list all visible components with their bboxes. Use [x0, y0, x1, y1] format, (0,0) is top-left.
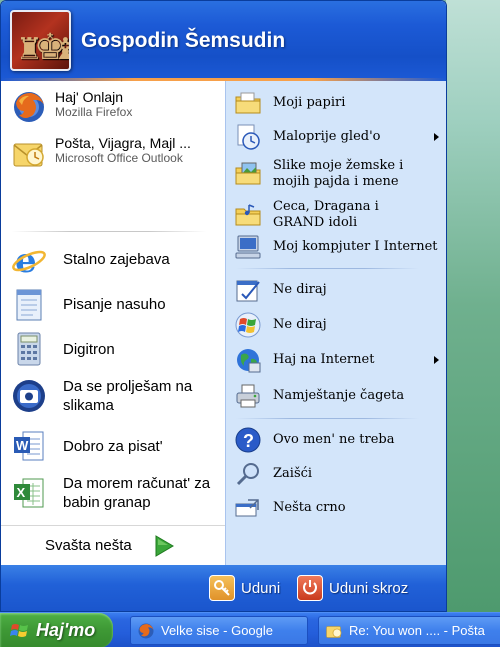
- place-item-search[interactable]: Zaišći: [226, 459, 446, 489]
- logoff-button[interactable]: Uduni: [209, 575, 280, 601]
- printer-icon: [234, 382, 262, 410]
- outlook-icon: [325, 622, 343, 640]
- program-label: Da se prolješam na slikama: [63, 378, 193, 414]
- taskbar-button-label: Velke sise - Google: [161, 623, 274, 638]
- pinned-title: Haj' Onlajn: [55, 89, 124, 105]
- notepad-icon: [13, 286, 45, 322]
- program-label: Pisanje nasuho: [63, 296, 166, 313]
- place-item-pictures[interactable]: Slike moje žemske i mojih pajda i mene: [226, 156, 446, 192]
- svg-text:?: ?: [243, 431, 254, 451]
- program-item-notepad[interactable]: Pisanje nasuho: [1, 284, 225, 324]
- place-item-my-computer[interactable]: Moj kompjuter I Internet: [226, 233, 446, 261]
- place-item-my-documents[interactable]: Moji papiri: [226, 89, 446, 117]
- place-label: Nešta crno: [273, 500, 346, 515]
- word-icon: W: [11, 428, 47, 464]
- pictures-folder-icon: [234, 160, 262, 188]
- place-label: Ovo men' ne treba: [273, 432, 395, 447]
- separator: [236, 268, 419, 269]
- computer-icon: [234, 233, 262, 261]
- program-item-word[interactable]: W Dobro za pisat': [1, 426, 225, 466]
- pinned-subtitle: Mozilla Firefox: [55, 105, 133, 119]
- program-item-picture-viewer[interactable]: Da se prolješam na slikama: [1, 375, 225, 419]
- place-label: Zaišći: [273, 466, 313, 481]
- program-item-ie[interactable]: e Stalno zajebava: [1, 239, 225, 279]
- taskbar-button-label: Re: You won .... - Pošta: [349, 623, 485, 638]
- all-programs-button[interactable]: Svašta nešta: [1, 525, 225, 565]
- place-label: Ne diraj: [273, 317, 327, 332]
- music-folder-icon: [234, 201, 262, 229]
- start-button[interactable]: Haj'mo: [0, 613, 113, 647]
- taskbar-button-firefox[interactable]: Velke sise - Google: [130, 616, 308, 645]
- start-menu: ♜ ♚ ♝ Gospodin Šemsudin Haj' Onlajn Mozi…: [0, 0, 447, 612]
- left-panel: Haj' Onlajn Mozilla Firefox Pošta, Vijag…: [1, 81, 225, 565]
- program-label: Stalno zajebava: [63, 251, 170, 268]
- pinned-item-outlook[interactable]: Pošta, Vijagra, Majl ... Microsoft Offic…: [1, 133, 225, 173]
- program-item-calculator[interactable]: Digitron: [1, 329, 225, 369]
- picture-viewer-icon: [11, 378, 47, 414]
- logoff-label: Uduni: [241, 579, 281, 597]
- internet-explorer-icon: e: [11, 241, 47, 277]
- pinned-title: Pošta, Vijagra, Majl ...: [55, 135, 191, 151]
- place-label: Moj kompjuter I Internet: [273, 239, 438, 254]
- user-name: Gospodin Šemsudin: [81, 29, 286, 52]
- place-item-internet[interactable]: Haj na Internet: [226, 345, 446, 375]
- start-menu-footer: Uduni Uduni skroz: [1, 565, 446, 611]
- firefox-icon: [137, 622, 155, 640]
- right-panel: Moji papiri Maloprije gled'o Slike moje …: [225, 81, 446, 565]
- shutdown-button[interactable]: Uduni skroz: [297, 575, 408, 601]
- place-item-windows-update[interactable]: Ne diraj: [226, 310, 446, 340]
- pinned-item-firefox[interactable]: Haj' Onlajn Mozilla Firefox: [1, 87, 225, 127]
- taskbar-button-outlook[interactable]: Re: You won .... - Pošta: [318, 616, 500, 645]
- all-programs-label: Svašta nešta: [45, 537, 132, 554]
- firefox-icon: [11, 89, 47, 125]
- windows-logo-icon: [10, 621, 30, 641]
- place-label: Ne diraj: [273, 282, 327, 297]
- outlook-icon: [11, 135, 47, 171]
- run-icon: [234, 494, 262, 522]
- arrow-right-icon: [153, 534, 175, 558]
- program-label: Da morem računat' za babin granap: [63, 475, 211, 511]
- taskbar: Haj'mo Velke sise - Google Re: You won .…: [0, 612, 500, 647]
- key-icon: [209, 575, 235, 601]
- place-item-control-panel[interactable]: Ne diraj: [226, 275, 446, 305]
- separator: [236, 418, 419, 419]
- svg-text:X: X: [17, 485, 26, 500]
- program-label: Dobro za pisat': [63, 438, 163, 455]
- pinned-subtitle: Microsoft Office Outlook: [55, 151, 183, 165]
- separator: [11, 231, 207, 232]
- program-label: Digitron: [63, 341, 115, 358]
- user-avatar[interactable]: ♜ ♚ ♝: [10, 10, 71, 71]
- place-item-music[interactable]: Ceca, Dragana i GRAND idoli: [226, 197, 446, 233]
- search-icon: [234, 460, 262, 488]
- start-label: Haj'mo: [36, 620, 96, 640]
- desktop-background: [446, 0, 500, 612]
- place-label: Slike moje žemske i mojih pajda i mene: [273, 158, 404, 189]
- help-icon: ?: [234, 426, 262, 454]
- submenu-arrow-icon: [434, 133, 439, 141]
- place-label: Haj na Internet: [273, 352, 375, 367]
- start-menu-header: ♜ ♚ ♝ Gospodin Šemsudin: [1, 1, 446, 81]
- folder-icon: [234, 89, 262, 117]
- excel-icon: X: [11, 475, 47, 511]
- globe-icon: [234, 346, 262, 374]
- calculator-icon: [13, 331, 45, 367]
- place-item-run[interactable]: Nešta crno: [226, 493, 446, 523]
- place-label: Namještanje čageta: [273, 388, 405, 403]
- place-item-recent[interactable]: Maloprije gled'o: [226, 123, 446, 151]
- chess-piece-icon: ♝: [52, 35, 69, 65]
- place-label: Moji papiri: [273, 95, 346, 110]
- power-icon: [297, 575, 323, 601]
- place-label: Ceca, Dragana i GRAND idoli: [273, 199, 379, 230]
- submenu-arrow-icon: [434, 356, 439, 364]
- place-label: Maloprije gled'o: [273, 129, 381, 144]
- shutdown-label: Uduni skroz: [329, 579, 409, 597]
- program-item-excel[interactable]: X Da morem računat' za babin granap: [1, 472, 225, 516]
- recent-documents-icon: [234, 123, 262, 151]
- svg-text:W: W: [16, 438, 29, 453]
- place-item-printers[interactable]: Namještanje čageta: [226, 381, 446, 411]
- control-panel-icon: [234, 276, 262, 304]
- windows-logo-icon: [234, 311, 262, 339]
- place-item-help[interactable]: ? Ovo men' ne treba: [226, 425, 446, 455]
